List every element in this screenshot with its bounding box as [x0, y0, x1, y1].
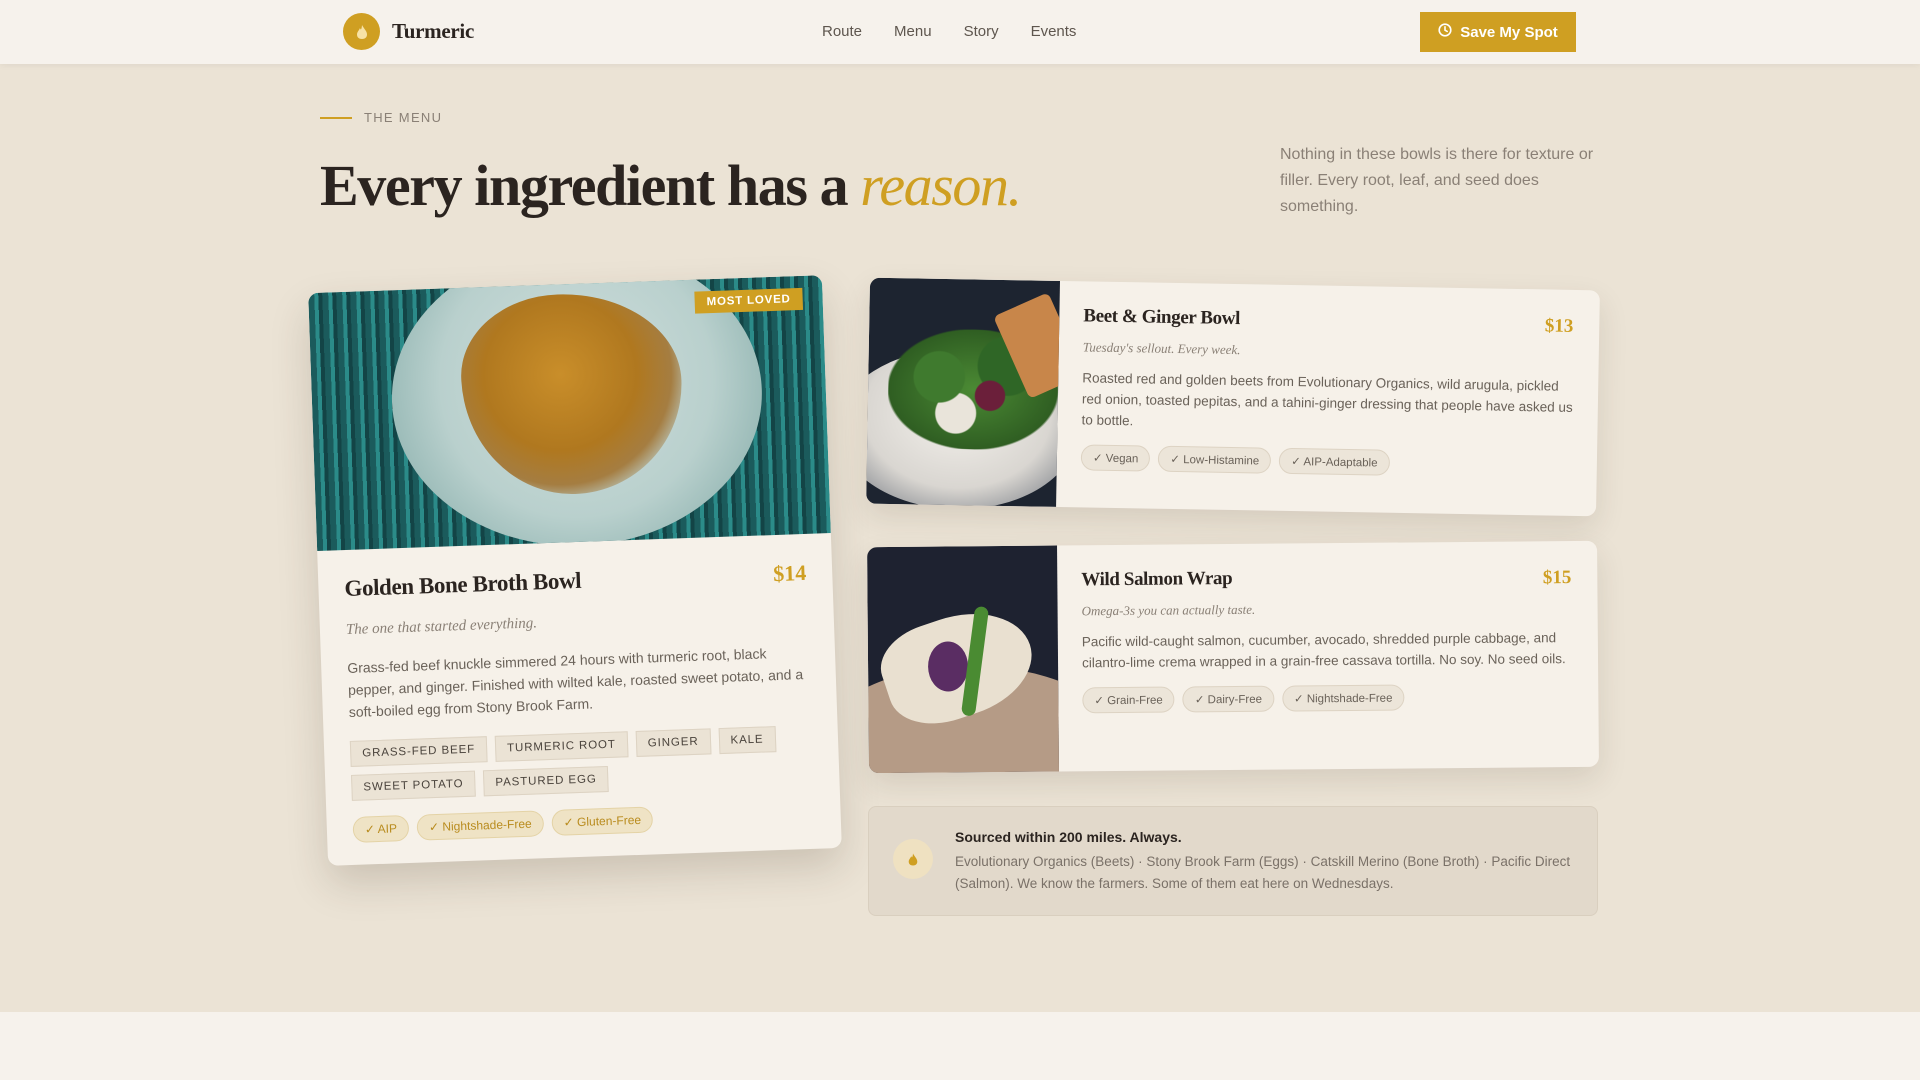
nav-links: Route Menu Story Events: [822, 23, 1076, 40]
card-subtitle: Tuesday's sellout. Every week.: [1082, 339, 1241, 358]
menu-card-golden-bone-broth-bowl[interactable]: MOST LOVED Golden Bone Broth Bowl $14 Th…: [308, 275, 842, 866]
card-description: Roasted red and golden beets from Evolut…: [1081, 370, 1573, 429]
title-accent: reason.: [860, 153, 1022, 218]
diet-tag: ✓ AIP: [352, 814, 410, 843]
diet-tag: ✓ Dairy-Free: [1182, 685, 1275, 713]
card-price: $13: [1544, 315, 1574, 337]
card-description: Pacific wild-caught salmon, cucumber, av…: [1081, 630, 1566, 671]
most-loved-badge: MOST LOVED: [694, 287, 804, 314]
card-title: Wild Salmon Wrap: [1081, 568, 1233, 591]
flame-icon: [343, 13, 380, 50]
eyebrow-divider: [320, 116, 352, 119]
menu-card-beet-ginger-bowl[interactable]: Beet & Ginger Bowl $13 Tuesday's sellout…: [866, 277, 1600, 517]
brand-name: Turmeric: [392, 19, 474, 43]
clock-icon: [1438, 23, 1452, 41]
cabbage-shape: [927, 641, 969, 692]
brand[interactable]: Turmeric: [343, 13, 474, 50]
diet-tag: ✓ AIP-Adaptable: [1279, 447, 1390, 476]
save-my-spot-label: Save My Spot: [1460, 23, 1558, 41]
diet-tag-list: ✓ Vegan ✓ Low-Histamine ✓ AIP-Adaptable: [1080, 444, 1573, 479]
footer-band: [0, 1012, 1920, 1080]
ingredient-chip: GINGER: [635, 728, 711, 757]
diet-tag-list: ✓ Grain-Free ✓ Dairy-Free ✓ Nightshade-F…: [1082, 683, 1574, 714]
card-body: Golden Bone Broth Bowl $14 The one that …: [317, 533, 841, 844]
card-price: $15: [1542, 567, 1572, 589]
sourcing-text: Sourced within 200 miles. Always. Evolut…: [955, 829, 1575, 895]
ingredient-chip: PASTURED EGG: [482, 765, 610, 797]
ingredient-chip: GRASS-FED BEEF: [349, 736, 488, 767]
page-title: Every ingredient has a reason.: [320, 152, 1022, 219]
menu-card-wild-salmon-wrap[interactable]: Wild Salmon Wrap $15 Omega-3s you can ac…: [867, 540, 1599, 774]
ingredient-chip: TURMERIC ROOT: [494, 731, 629, 762]
diet-tag: ✓ Grain-Free: [1082, 686, 1175, 714]
ingredient-list: GRASS-FED BEEF TURMERIC ROOT GINGER KALE…: [349, 725, 814, 801]
card-subtitle: The one that started everything.: [345, 615, 538, 639]
beet-salad-image: [866, 277, 1060, 507]
title-main: Every ingredient has a: [320, 153, 861, 218]
sourcing-body: Evolutionary Organics (Beets) · Stony Br…: [955, 854, 1571, 891]
nav-link-route[interactable]: Route: [822, 23, 862, 40]
flame-icon: [893, 839, 933, 879]
nav-link-story[interactable]: Story: [964, 23, 999, 40]
card-price: $14: [772, 559, 807, 587]
diet-tag: ✓ Vegan: [1080, 444, 1151, 472]
diet-tag: ✓ Nightshade-Free: [1281, 684, 1405, 712]
eyebrow-text: THE MENU: [364, 110, 443, 125]
ingredient-chip: KALE: [718, 726, 776, 755]
top-navigation: Turmeric Route Menu Story Events Save My…: [0, 0, 1920, 64]
sourcing-title: Sourced within 200 miles. Always.: [955, 829, 1182, 845]
sourcing-note: Sourced within 200 miles. Always. Evolut…: [868, 806, 1598, 916]
diet-tag: ✓ Nightshade-Free: [416, 810, 545, 841]
salmon-wrap-image: [867, 545, 1059, 774]
nav-link-menu[interactable]: Menu: [894, 23, 932, 40]
diet-tag: ✓ Gluten-Free: [551, 806, 654, 836]
ingredient-chip: SWEET POTATO: [350, 770, 476, 801]
hero-description: Nothing in these bowls is there for text…: [1280, 146, 1594, 215]
section-eyebrow: THE MENU: [320, 110, 442, 125]
diet-tag-list: ✓ AIP ✓ Nightshade-Free ✓ Gluten-Free: [352, 801, 815, 843]
card-subtitle: Omega-3s you can actually taste.: [1081, 601, 1256, 619]
card-description: Grass-fed beef knuckle simmered 24 hours…: [346, 645, 804, 720]
card-body: Wild Salmon Wrap $15 Omega-3s you can ac…: [1057, 541, 1599, 772]
diet-tag: ✓ Low-Histamine: [1158, 445, 1272, 474]
nav-link-events[interactable]: Events: [1031, 23, 1077, 40]
card-title: Golden Bone Broth Bowl: [344, 567, 582, 602]
turmeric-bowl-image: MOST LOVED: [308, 275, 831, 551]
save-my-spot-button[interactable]: Save My Spot: [1420, 12, 1576, 52]
card-title: Beet & Ginger Bowl: [1083, 305, 1241, 330]
card-body: Beet & Ginger Bowl $13 Tuesday's sellout…: [1056, 281, 1600, 516]
